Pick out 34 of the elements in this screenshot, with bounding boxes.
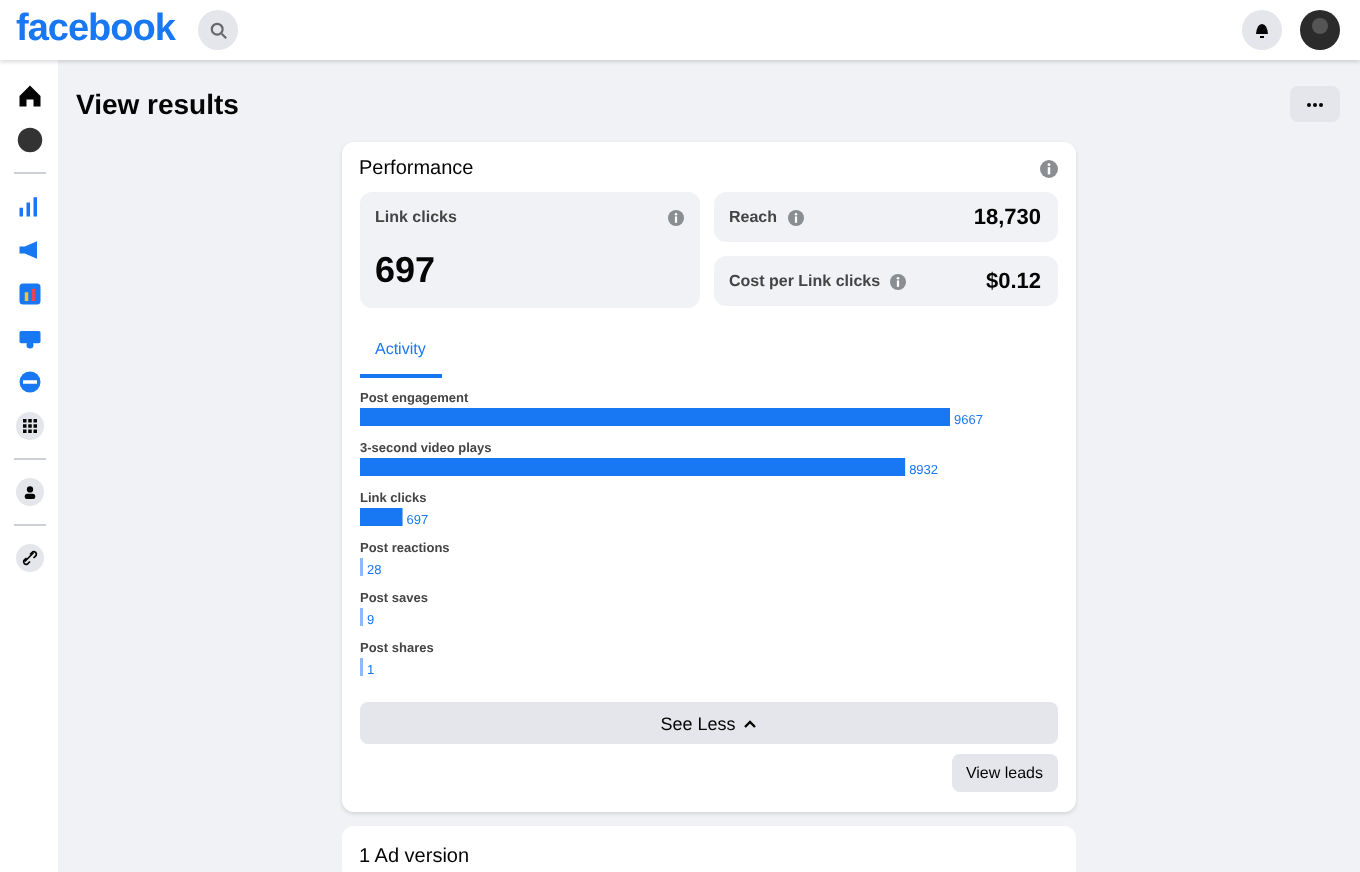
info-icon[interactable] [667,209,683,225]
info-icon[interactable] [890,273,907,289]
grid-icon[interactable] [15,412,43,440]
more-icon [1306,101,1324,107]
page-title: View results [76,88,239,120]
bell-button[interactable] [1242,10,1282,50]
bar-chart-icon[interactable] [15,192,43,220]
avatar-icon[interactable] [1300,10,1340,50]
tab[interactable]: Activity [359,332,442,378]
search-button[interactable] [198,10,239,50]
metric-label: Cost per Link clicks [729,272,881,290]
search-icon [209,21,228,39]
megaphone-icon[interactable] [15,236,43,264]
avatar-icon[interactable] [15,126,43,154]
view-leads-button[interactable]: View leads [951,754,1057,792]
bar [359,508,402,526]
metric-value: $0.12 [985,269,1041,293]
logo[interactable]: facebook [16,8,175,52]
caret-icon [743,719,756,727]
metric-label: Link clicks [375,208,457,226]
people-icon[interactable] [15,478,43,506]
bell-icon [1252,20,1272,40]
chart-tile-icon[interactable] [15,280,43,308]
info-icon[interactable] [1039,160,1057,178]
metric-value: 697 [375,250,438,292]
card-title: 1 Ad version [359,846,470,868]
more-button[interactable] [1290,86,1340,122]
metric-label: Reach [729,208,778,226]
link-icon[interactable] [15,544,43,572]
info-icon[interactable] [787,209,804,225]
card-title: Performance [359,158,474,180]
see-less-button[interactable]: See Less [359,702,1057,744]
metric-value: 18,730 [973,205,1041,229]
home-icon[interactable] [15,82,43,110]
